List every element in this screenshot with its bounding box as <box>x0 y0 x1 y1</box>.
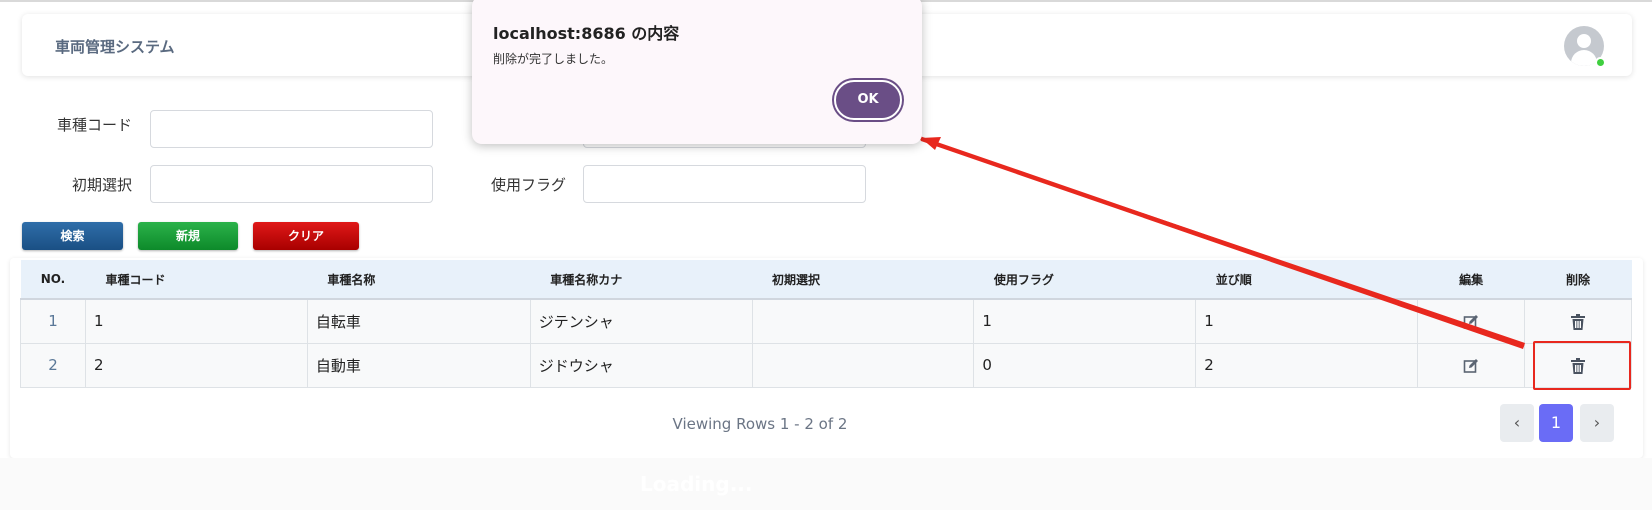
dialog-title: localhost:8686 の内容 <box>493 24 680 43</box>
ok-button[interactable]: OK <box>834 80 902 120</box>
dialog-message: 削除が完了しました。 <box>493 52 614 66</box>
alert-dialog: localhost:8686 の内容 削除が完了しました。 OK <box>472 0 922 144</box>
